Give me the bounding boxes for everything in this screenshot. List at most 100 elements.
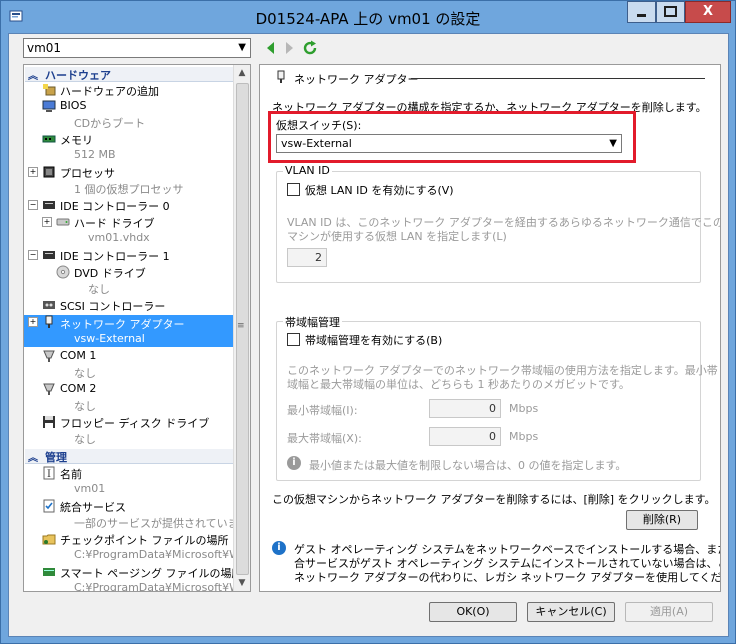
bandwidth-enable-checkbox[interactable] [287, 333, 300, 346]
tree-item-memory[interactable]: メモリ 512 MB [24, 132, 234, 164]
tree-item-sub: vsw-External [74, 332, 145, 345]
maximize-button[interactable] [656, 1, 685, 23]
tree-item-ide-0[interactable]: − IDE コントローラー 0 [24, 198, 234, 214]
com-port-icon [43, 350, 55, 362]
vm-selector-value: vm01 [27, 41, 62, 55]
close-button[interactable]: X [685, 1, 731, 23]
hardware-section-header[interactable]: ︽ ハードウェア [25, 67, 233, 82]
ide-controller-icon [43, 251, 55, 259]
vlan-group: VLAN ID 仮想 LAN ID を有効にする(V) VLAN ID は、この… [276, 164, 720, 283]
tree-item-bios[interactable]: BIOS CDからブート [24, 99, 234, 131]
minimize-button[interactable] [627, 1, 656, 23]
tree-item-label: 名前 [60, 468, 82, 481]
tree-item-checkpoint-location[interactable]: チェックポイント ファイルの場所 C:¥ProgramData¥Microsof… [24, 532, 250, 564]
tree-item-com1[interactable]: COM 1 なし [24, 349, 234, 381]
floppy-disk-icon [43, 416, 55, 428]
tree-item-label: 統合サービス [60, 501, 126, 514]
checkpoint-folder-icon [42, 534, 56, 545]
tree-item-label: フロッピー ディスク ドライブ [60, 417, 210, 430]
dialog-client: vm01 ▼ ︽ ハードウェア ハードウェアの追加 BIOS CDからブート メ… [8, 33, 729, 637]
info-icon: i [287, 456, 301, 470]
refresh-icon[interactable] [302, 40, 318, 56]
tree-item-sub: 一部のサービスが提供されています [74, 517, 250, 530]
minimize-icon [637, 14, 646, 17]
management-section-header[interactable]: ︽ 管理 [25, 449, 233, 464]
tree-item-name[interactable]: I 名前 vm01 [24, 466, 234, 498]
vlan-enable-checkbox[interactable] [287, 183, 300, 196]
tree-item-sub: vm01 [74, 482, 106, 495]
max-bandwidth-field[interactable]: 0 [429, 427, 501, 446]
name-icon: I [43, 466, 55, 480]
remove-button[interactable]: 削除(R) [626, 510, 698, 530]
tree-item-integration-services[interactable]: 統合サービス 一部のサービスが提供されています [24, 499, 250, 531]
tree-item-label: IDE コントローラー 0 [60, 200, 170, 213]
vlan-id-field[interactable]: 2 [287, 248, 327, 267]
settings-tree: ︽ ハードウェア ハードウェアの追加 BIOS CDからブート メモリ 512 … [23, 64, 251, 592]
bandwidth-group: 帯域幅管理 帯域幅管理を有効にする(B) このネットワーク アダプターでのネット… [276, 314, 718, 481]
expand-plus-icon[interactable]: + [28, 317, 38, 327]
scroll-down-arrow-icon[interactable]: ▼ [234, 575, 250, 591]
vlan-enable-label[interactable]: 仮想 LAN ID を有効にする(V) [305, 182, 454, 198]
window-title: D01524-APA 上の vm01 の設定 [255, 10, 481, 28]
tree-item-floppy[interactable]: フロッピー ディスク ドライブ なし [24, 415, 234, 447]
expand-plus-icon[interactable]: + [42, 217, 52, 227]
cancel-button-label: キャンセル(C) [535, 605, 607, 618]
memory-icon [42, 135, 56, 143]
tree-item-sub: CDからブート [74, 117, 146, 130]
chevron-down-icon: ▼ [238, 42, 246, 53]
chevron-down-icon: ▼ [609, 138, 617, 149]
collapse-minus-icon[interactable]: − [28, 250, 38, 260]
tree-item-sub: vm01.vhdx [88, 231, 150, 244]
close-icon: X [702, 4, 714, 19]
collapse-minus-icon[interactable]: − [28, 200, 38, 210]
vm-selector[interactable]: vm01 ▼ [23, 38, 251, 58]
tree-item-network-adapter[interactable]: + ネットワーク アダプター vsw-External [24, 315, 234, 347]
tree-item-label: DVD ドライブ [74, 267, 146, 280]
scroll-grip-icon: ≡ [237, 321, 245, 331]
tree-item-hard-drive[interactable]: + ハード ドライブ vm01.vhdx [24, 215, 234, 247]
bandwidth-group-title: 帯域幅管理 [283, 314, 342, 330]
info-text-line3: ネットワーク アダプターの代わりに、レガシ ネットワーク アダプターを使用してく… [294, 571, 721, 584]
bios-icon [42, 100, 56, 112]
tree-item-smart-paging-location[interactable]: スマート ページング ファイルの場所 C:¥ProgramData¥Micros… [24, 565, 250, 591]
add-hardware-icon [43, 84, 56, 96]
tree-item-label: IDE コントローラー 1 [60, 250, 170, 263]
integration-services-icon [43, 499, 55, 513]
tree-item-ide-1[interactable]: − IDE コントローラー 1 [24, 248, 234, 264]
ok-button[interactable]: OK(O) [429, 602, 517, 622]
tree-item-scsi[interactable]: SCSI コントローラー [24, 298, 234, 314]
tree-item-dvd-drive[interactable]: DVD ドライブ なし [24, 265, 234, 297]
ok-button-label: OK(O) [456, 605, 490, 618]
apply-button-label: 適用(A) [649, 605, 689, 618]
max-bandwidth-unit: Mbps [509, 430, 539, 443]
tree-item-label: ネットワーク アダプター [60, 318, 185, 331]
tree-item-com2[interactable]: COM 2 なし [24, 382, 234, 414]
bandwidth-enable-label[interactable]: 帯域幅管理を有効にする(B) [305, 332, 442, 348]
tree-item-sub: C:¥ProgramData¥Microsoft¥Wi... [74, 548, 251, 561]
maximize-icon [664, 6, 677, 17]
ide-controller-icon [43, 201, 55, 209]
info-icon: i [272, 541, 286, 555]
cancel-button[interactable]: キャンセル(C) [527, 602, 615, 622]
tree-item-processor[interactable]: + プロセッサ 1 個の仮想プロセッサ [24, 165, 234, 197]
virtual-switch-dropdown[interactable]: vsw-External ▼ [276, 134, 622, 153]
min-bandwidth-value: 0 [489, 402, 496, 415]
section-divider [411, 78, 705, 79]
back-arrow-icon[interactable] [263, 40, 279, 56]
scroll-up-arrow-icon[interactable]: ▲ [234, 65, 250, 81]
collapse-chevron-icon: ︽ [28, 453, 38, 464]
tree-item-label: COM 2 [60, 382, 97, 395]
forward-arrow-icon[interactable] [281, 40, 297, 56]
vlan-group-title: VLAN ID [283, 164, 332, 177]
network-adapter-icon [45, 315, 53, 328]
hardware-header-label: ハードウェア [45, 69, 111, 82]
title-bar[interactable]: D01524-APA 上の vm01 の設定 X [1, 1, 735, 33]
min-bandwidth-field[interactable]: 0 [429, 399, 501, 418]
tree-scrollbar[interactable]: ▲ ≡ ▼ [233, 65, 250, 591]
tree-item-label: SCSI コントローラー [60, 300, 166, 313]
processor-icon [43, 166, 55, 178]
expand-plus-icon[interactable]: + [28, 167, 38, 177]
dvd-drive-icon [56, 265, 70, 279]
tree-item-sub: なし [74, 367, 96, 380]
min-bandwidth-label: 最小帯域幅(I): [287, 404, 358, 417]
